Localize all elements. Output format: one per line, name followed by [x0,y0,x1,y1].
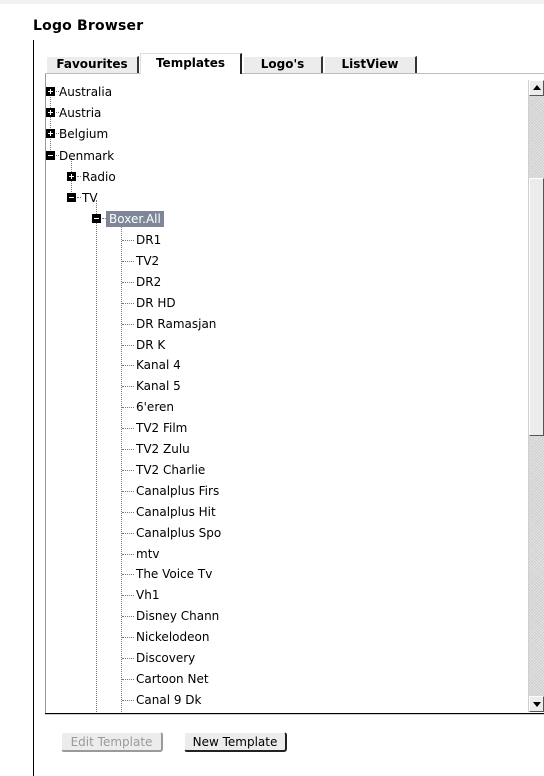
tree-node-denmark[interactable]: Denmark [59,148,114,164]
tree-node-channel[interactable]: Discovery [136,650,195,666]
tree-branch [122,553,134,555]
tree-node-channel[interactable]: TV2 Zulu [136,441,190,457]
tree-node-channel[interactable]: Canalplus Hit [136,504,216,520]
tree-branch [122,490,134,492]
tree-node-belgium[interactable]: Belgium [59,126,108,142]
tree-node-radio[interactable]: Radio [82,169,116,185]
tree-node-channel[interactable]: Canal 9 Dk [136,692,201,708]
scroll-up-button[interactable] [529,80,544,96]
tree-node-channel[interactable]: DR K [136,337,165,353]
tree-branch [122,511,134,513]
tab-templates[interactable]: Templates [140,53,242,74]
tab-listview[interactable]: ListView [324,56,417,73]
tree-node-channel[interactable]: Canalplus Spo [136,525,221,541]
template-tree[interactable]: Australia Austria Belgium Denmark Radio … [46,80,530,712]
tree-node-channel[interactable]: 6'eren [136,399,174,415]
tree-node-channel[interactable]: TV2 [136,253,159,269]
tree-node-channel[interactable]: Kanal 5 [136,378,181,394]
tree-node-channel[interactable]: Cartoon Net [136,671,209,687]
scroll-thumb[interactable] [529,178,544,436]
tree-node-austria[interactable]: Austria [59,105,101,121]
tree-branch [122,407,134,409]
expand-icon[interactable] [67,172,76,181]
tree-branch [122,365,134,367]
tree-node-tv[interactable]: TV [82,190,98,206]
tree-node-channel[interactable]: Disney Chann [136,608,219,624]
triangle-down-icon [533,702,541,707]
tab-favourites[interactable]: Favourites [46,56,139,73]
tree-node-channel[interactable]: Canalplus Firs [136,483,219,499]
new-template-button[interactable]: New Template [184,732,287,752]
tree-connector [50,90,51,156]
tree-branch [122,699,134,701]
tree-branch [122,323,134,325]
tree-branch [122,281,134,283]
tab-page-bottom-shadow [45,714,544,715]
collapse-icon[interactable] [46,151,55,160]
tree-branch [122,469,134,471]
tree-connector [96,200,97,712]
tree-branch [122,302,134,304]
tree-branch [122,574,134,576]
top-band [0,0,544,4]
tree-branch [122,428,134,430]
tree-node-channel[interactable]: TV2 Film [136,420,187,436]
tree-branch [122,637,134,639]
triangle-up-icon [533,85,541,90]
tree-node-channel[interactable]: The Voice Tv [136,566,212,582]
tree-branch [122,532,134,534]
collapse-icon[interactable] [67,193,76,202]
tree-node-australia[interactable]: Australia [59,84,112,100]
tree-node-channel[interactable]: DR Ramasjan [136,316,216,332]
tree-connector [121,223,122,712]
tree-node-channel[interactable]: mtv [136,546,160,562]
tree-node-channel[interactable]: DR HD [136,295,176,311]
tree-scrollbar[interactable] [528,80,544,712]
panel-border [33,40,34,776]
tree-branch [122,595,134,597]
tree-branch [122,678,134,680]
tree-node-channel[interactable]: TV2 Charlie [136,462,205,478]
tree-branch [122,386,134,388]
tree-branch [122,658,134,659]
window-title: Logo Browser [33,18,144,34]
tree-branch [122,240,134,241]
edit-template-button[interactable]: Edit Template [61,732,163,752]
tree-node-boxer-all[interactable]: Boxer.All [106,211,164,227]
tab-logos[interactable]: Logo's [243,56,323,73]
collapse-icon[interactable] [92,214,101,223]
tree-branch [122,449,134,450]
tree-branch [122,616,134,618]
tree-node-channel[interactable]: Nickelodeon [136,629,209,645]
expand-icon[interactable] [46,129,55,138]
tree-node-channel[interactable]: DR1 [136,232,161,248]
tree-node-channel[interactable]: Kanal 4 [136,357,181,373]
scroll-down-button[interactable] [529,696,544,712]
expand-icon[interactable] [46,108,55,117]
tree-branch [122,260,134,262]
tree-branch [77,176,81,177]
expand-icon[interactable] [46,87,55,96]
tree-branch [77,197,81,198]
tree-branch [122,344,134,346]
tree-node-channel[interactable]: Vh1 [136,587,159,603]
tree-node-channel[interactable]: DR2 [136,274,161,290]
